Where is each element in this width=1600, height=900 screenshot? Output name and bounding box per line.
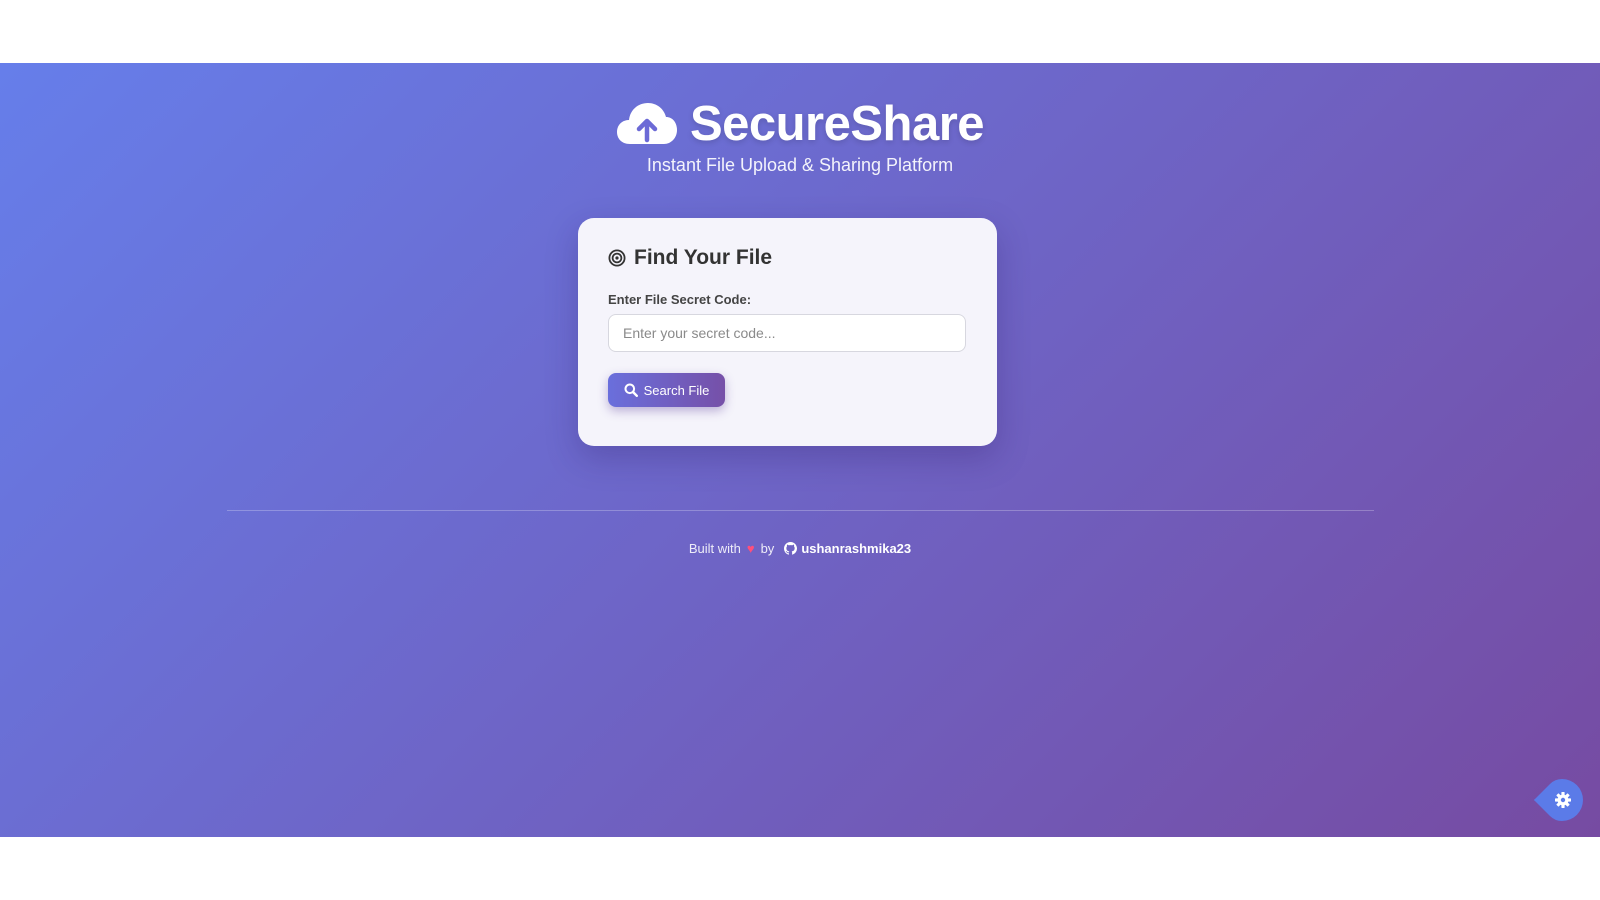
github-profile-link[interactable]: ushanrashmika23 xyxy=(784,541,911,556)
app-tagline: Instant File Upload & Sharing Platform xyxy=(646,155,954,175)
github-icon xyxy=(784,542,798,555)
app-background: SecureShare Instant File Upload & Sharin… xyxy=(0,63,1600,837)
footer-by: by xyxy=(760,541,775,556)
cloud-upload-icon xyxy=(616,103,677,144)
search-file-label: Search File xyxy=(643,382,710,398)
search-icon xyxy=(624,383,638,397)
secret-code-input[interactable] xyxy=(608,314,966,352)
settings-button[interactable] xyxy=(1533,779,1583,821)
gear-icon xyxy=(1555,792,1571,808)
search-file-button[interactable]: Search File xyxy=(608,373,725,407)
heart-icon: ♥ xyxy=(746,541,755,556)
card-title: Find Your File xyxy=(608,246,967,270)
secret-code-label: Enter File Secret Code: xyxy=(608,292,752,307)
footer-built-with: Built with xyxy=(688,541,741,556)
card-title-text: Find Your File xyxy=(634,246,773,269)
app-title: SecureShare xyxy=(689,97,985,151)
footer: Built with ♥ by ushanrashmika23 xyxy=(0,541,1600,556)
github-username: ushanrashmika23 xyxy=(801,541,912,556)
find-file-card: Find Your File Enter File Secret Code: S… xyxy=(578,218,997,446)
footer-divider xyxy=(227,510,1374,511)
target-icon xyxy=(608,249,626,267)
brand: SecureShare xyxy=(0,97,1600,151)
app-header: SecureShare Instant File Upload & Sharin… xyxy=(0,97,1600,176)
